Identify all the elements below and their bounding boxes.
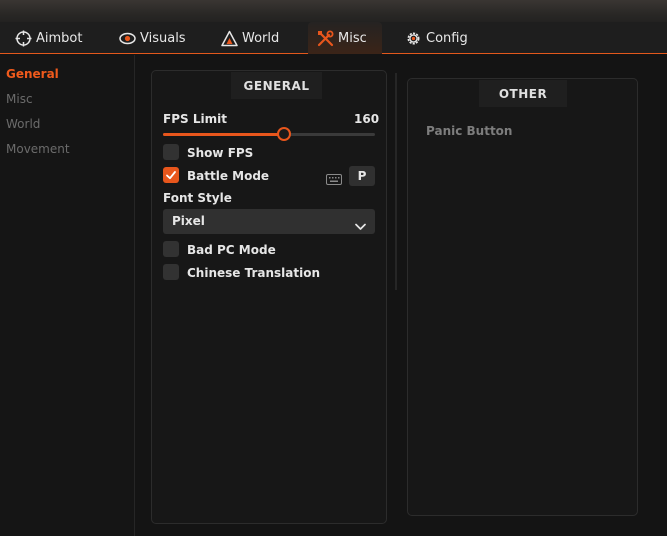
other-panel-title: OTHER bbox=[479, 80, 567, 107]
sidebar-item-movement[interactable]: Movement bbox=[6, 142, 70, 156]
sidebar: General Misc World Movement bbox=[0, 55, 135, 536]
sidebar-item-general[interactable]: General bbox=[6, 67, 59, 81]
general-panel bbox=[151, 70, 387, 524]
chinese-translation-label: Chinese Translation bbox=[187, 266, 321, 280]
checkmark-icon bbox=[166, 171, 176, 180]
fps-limit-slider[interactable] bbox=[163, 127, 375, 141]
panel-divider bbox=[395, 73, 397, 290]
tab-visuals[interactable]: Visuals bbox=[118, 22, 186, 54]
tab-label: Config bbox=[426, 30, 468, 46]
title-strip bbox=[0, 0, 667, 22]
battle-mode-checkbox[interactable] bbox=[163, 167, 179, 183]
tab-label: Misc bbox=[338, 30, 367, 46]
chevron-down-icon bbox=[355, 216, 366, 235]
tab-label: World bbox=[242, 30, 280, 46]
font-style-label: Font Style bbox=[163, 191, 232, 205]
crosshair-icon bbox=[14, 29, 32, 47]
bad-pc-mode-label: Bad PC Mode bbox=[187, 243, 276, 257]
tab-config[interactable]: Config bbox=[404, 22, 468, 54]
gear-icon bbox=[404, 29, 422, 47]
tab-label: Visuals bbox=[140, 30, 186, 46]
sidebar-item-misc[interactable]: Misc bbox=[6, 92, 33, 106]
font-style-selected: Pixel bbox=[172, 214, 205, 228]
tab-label: Aimbot bbox=[36, 30, 83, 46]
slider-fill bbox=[163, 133, 282, 136]
triangle-icon bbox=[220, 29, 238, 47]
slider-handle[interactable] bbox=[277, 127, 291, 141]
show-fps-label: Show FPS bbox=[187, 146, 254, 160]
bad-pc-mode-checkbox[interactable] bbox=[163, 241, 179, 257]
other-panel bbox=[407, 78, 638, 516]
tab-world[interactable]: World bbox=[220, 22, 279, 54]
show-fps-checkbox[interactable] bbox=[163, 144, 179, 160]
tools-icon bbox=[316, 29, 334, 47]
font-style-dropdown[interactable]: Pixel bbox=[163, 209, 375, 234]
battle-mode-keybind-button[interactable]: P bbox=[349, 166, 375, 186]
panic-button-label[interactable]: Panic Button bbox=[426, 124, 512, 138]
tab-bar: Aimbot Visuals World Misc Config bbox=[0, 22, 667, 54]
chinese-translation-checkbox[interactable] bbox=[163, 264, 179, 280]
sidebar-item-world[interactable]: World bbox=[6, 117, 40, 131]
keyboard-icon bbox=[326, 170, 342, 189]
tab-misc[interactable]: Misc bbox=[308, 22, 382, 54]
fps-limit-label: FPS Limit bbox=[163, 112, 227, 126]
fps-limit-value: 160 bbox=[354, 112, 380, 126]
eye-icon bbox=[118, 29, 136, 47]
battle-mode-label: Battle Mode bbox=[187, 169, 270, 183]
general-panel-title: GENERAL bbox=[231, 72, 322, 99]
tab-aimbot[interactable]: Aimbot bbox=[14, 22, 82, 54]
